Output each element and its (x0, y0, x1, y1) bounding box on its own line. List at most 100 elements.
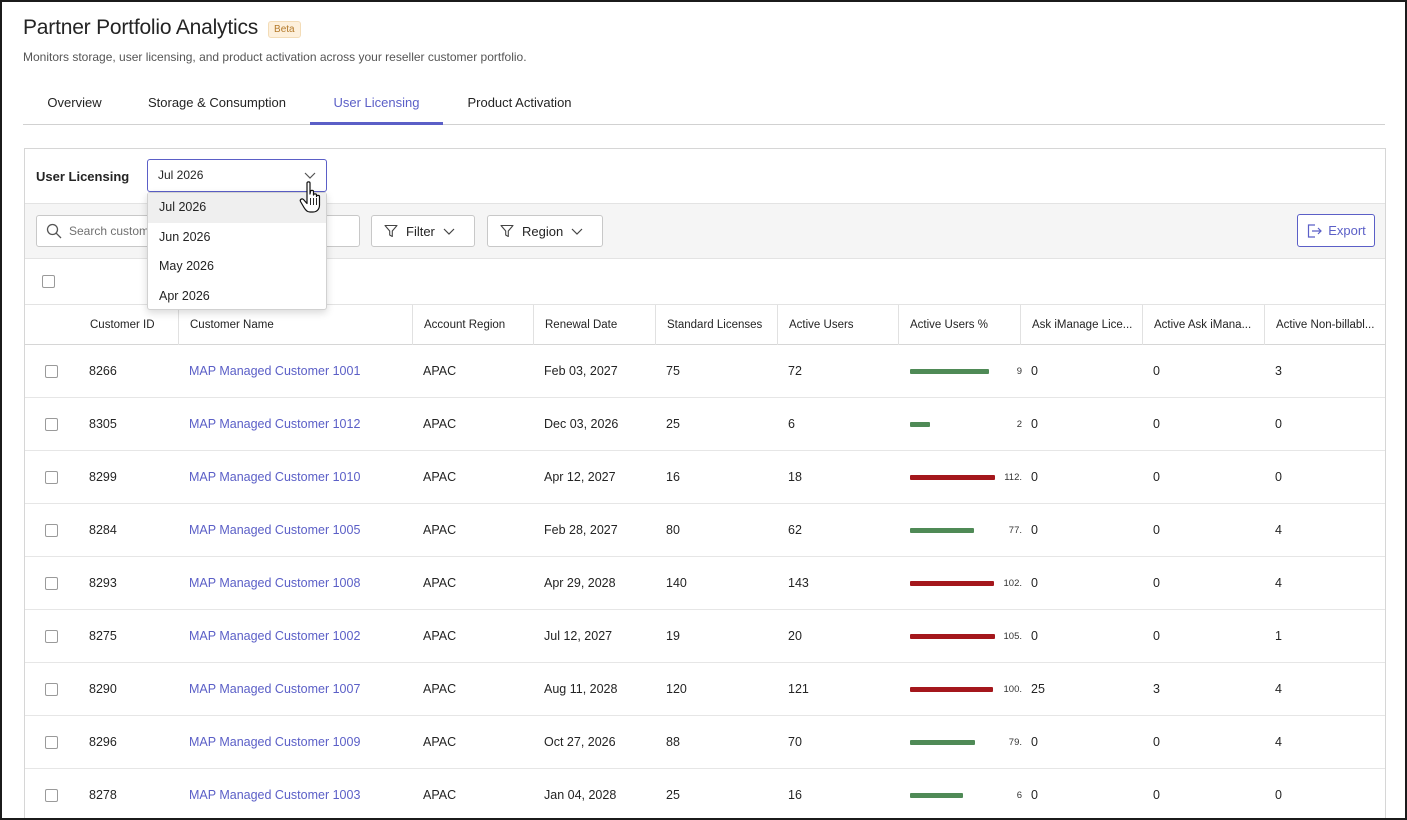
column-header[interactable]: Ask iManage Lice... (1020, 305, 1142, 345)
active-non-billable-cell: 4 (1275, 576, 1282, 590)
tab-bar: Overview Storage & Consumption User Lice… (23, 88, 1385, 125)
column-header[interactable]: Active Non-billabl... (1264, 305, 1386, 345)
active-users-percent-bar (910, 475, 996, 480)
active-users-percent-label: 2 (1016, 419, 1022, 430)
row-checkbox[interactable] (45, 789, 58, 802)
active-users-percent-bar (910, 793, 963, 798)
customer-name-link[interactable]: MAP Managed Customer 1009 (189, 716, 360, 769)
tab-product-activation[interactable]: Product Activation (454, 88, 585, 125)
table-body: 8266 MAP Managed Customer 1001 APAC Feb 03,… (25, 345, 1385, 818)
row-checkbox[interactable] (45, 418, 58, 431)
active-non-billable-cell: 3 (1275, 364, 1282, 378)
active-users-cell: 70 (788, 735, 802, 749)
filter-label: Filter (406, 223, 435, 239)
column-header[interactable]: Renewal Date (533, 305, 655, 345)
column-header[interactable]: Active Users (777, 305, 898, 345)
customer-name-link[interactable]: MAP Managed Customer 1012 (189, 398, 360, 451)
tab-overview[interactable]: Overview (23, 88, 126, 125)
customer-id-cell: 8275 (89, 629, 117, 643)
table-row: 8290 MAP Managed Customer 1007 APAC Aug 11,… (25, 663, 1385, 716)
export-label: Export (1328, 223, 1366, 238)
table-row: 8266 MAP Managed Customer 1001 APAC Feb 03,… (25, 345, 1385, 398)
customer-name-link[interactable]: MAP Managed Customer 1010 (189, 451, 360, 504)
region-button[interactable]: Region (487, 215, 603, 247)
table-row: 8296 MAP Managed Customer 1009 APAC Oct 27,… (25, 716, 1385, 769)
column-header[interactable]: Customer Name (178, 305, 412, 345)
customer-name-link[interactable]: MAP Managed Customer 1001 (189, 345, 360, 398)
standard-licenses-cell: 16 (666, 470, 680, 484)
page-title: Partner Portfolio Analytics (23, 16, 259, 39)
export-icon (1308, 223, 1323, 238)
active-users-cell: 143 (788, 576, 809, 590)
customer-id-cell: 8305 (89, 417, 117, 431)
row-checkbox[interactable] (45, 683, 58, 696)
table-row: 8275 MAP Managed Customer 1002 APAC Jul 12,… (25, 610, 1385, 663)
active-users-cell: 16 (788, 788, 802, 802)
active-users-percent-bar (910, 634, 996, 639)
tab-user-licensing[interactable]: User Licensing (310, 88, 443, 125)
standard-licenses-cell: 140 (666, 576, 687, 590)
active-users-cell: 18 (788, 470, 802, 484)
customer-name-link[interactable]: MAP Managed Customer 1008 (189, 557, 360, 610)
ask-imanage-licenses-cell: 0 (1031, 470, 1038, 484)
column-header[interactable]: Active Ask iMana... (1142, 305, 1264, 345)
row-checkbox[interactable] (45, 524, 58, 537)
renewal-date-cell: Oct 27, 2026 (544, 735, 616, 749)
row-checkbox[interactable] (45, 736, 58, 749)
standard-licenses-cell: 75 (666, 364, 680, 378)
filter-button[interactable]: Filter (371, 215, 475, 247)
row-checkbox[interactable] (45, 630, 58, 643)
renewal-date-cell: Dec 03, 2026 (544, 417, 619, 431)
month-option[interactable]: Apr 2026 (148, 282, 326, 312)
row-checkbox[interactable] (45, 471, 58, 484)
customer-id-cell: 8266 (89, 364, 117, 378)
active-users-cell: 20 (788, 629, 802, 643)
active-ask-imanage-cell: 0 (1153, 470, 1160, 484)
column-header[interactable]: Standard Licenses (655, 305, 777, 345)
app-window: Partner Portfolio Analytics Beta Monitor… (0, 0, 1407, 820)
customer-name-link[interactable]: MAP Managed Customer 1002 (189, 610, 360, 663)
ask-imanage-licenses-cell: 0 (1031, 788, 1038, 802)
active-users-cell: 72 (788, 364, 802, 378)
active-users-cell: 62 (788, 523, 802, 537)
row-checkbox[interactable] (45, 365, 58, 378)
export-button[interactable]: Export (1297, 214, 1375, 247)
column-header[interactable]: Customer ID (79, 305, 178, 345)
tab-storage-consumption[interactable]: Storage & Consumption (133, 88, 301, 125)
active-non-billable-cell: 0 (1275, 417, 1282, 431)
renewal-date-cell: Apr 29, 2028 (544, 576, 616, 590)
page-header: Partner Portfolio Analytics Beta (23, 16, 301, 40)
active-users-percent-label: 112. (1004, 472, 1022, 483)
filter-icon (500, 224, 514, 238)
active-non-billable-cell: 0 (1275, 470, 1282, 484)
table-row: 8305 MAP Managed Customer 1012 APAC Dec 03,… (25, 398, 1385, 451)
row-checkbox[interactable] (45, 577, 58, 590)
customer-name-link[interactable]: MAP Managed Customer 1007 (189, 663, 360, 716)
month-option[interactable]: Jun 2026 (148, 223, 326, 253)
active-ask-imanage-cell: 0 (1153, 364, 1160, 378)
active-users-percent-bar (910, 740, 976, 745)
active-users-percent-bar (910, 369, 989, 374)
customer-id-cell: 8293 (89, 576, 117, 590)
month-option[interactable]: May 2026 (148, 252, 326, 282)
page-subtitle: Monitors storage, user licensing, and pr… (23, 50, 527, 64)
table-row: 8293 MAP Managed Customer 1008 APAC Apr 29,… (25, 557, 1385, 610)
active-users-percent-label: 9 (1016, 366, 1022, 377)
account-region-cell: APAC (423, 417, 457, 431)
renewal-date-cell: Feb 03, 2027 (544, 364, 618, 378)
select-all-checkbox[interactable] (42, 275, 55, 288)
renewal-date-cell: Aug 11, 2028 (544, 682, 618, 696)
table-row: 8299 MAP Managed Customer 1010 APAC Apr 12,… (25, 451, 1385, 504)
column-header[interactable]: Active Users % (898, 305, 1020, 345)
account-region-cell: APAC (423, 629, 457, 643)
standard-licenses-cell: 25 (666, 788, 680, 802)
ask-imanage-licenses-cell: 0 (1031, 364, 1038, 378)
ask-imanage-licenses-cell: 0 (1031, 629, 1038, 643)
customer-name-link[interactable]: MAP Managed Customer 1005 (189, 504, 360, 557)
active-ask-imanage-cell: 0 (1153, 576, 1160, 590)
active-users-cell: 6 (788, 417, 795, 431)
customer-name-link[interactable]: MAP Managed Customer 1003 (189, 769, 360, 818)
column-header[interactable]: Account Region (412, 305, 533, 345)
active-non-billable-cell: 4 (1275, 735, 1282, 749)
customer-id-cell: 8278 (89, 788, 117, 802)
